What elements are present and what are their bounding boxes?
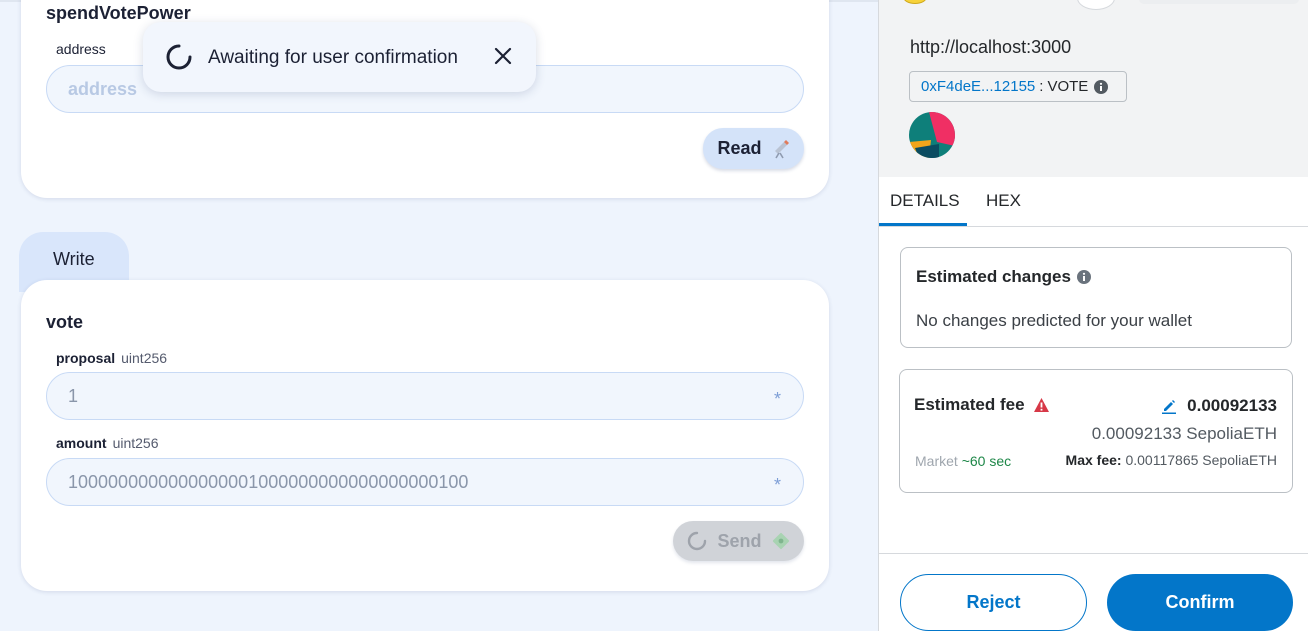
site-origin: http://localhost:3000 xyxy=(910,37,1072,57)
warning-icon[interactable] xyxy=(1033,397,1050,413)
address-input-placeholder: address xyxy=(68,78,138,99)
estimated-fee-title-row: Estimated fee xyxy=(914,395,1050,415)
estimated-changes-title-row: Estimated changes xyxy=(916,267,1091,287)
amount-input[interactable]: 1000000000000000001000000000000000000100… xyxy=(46,458,804,506)
function-title: spendVotePower xyxy=(46,3,191,23)
fee-amount-eth: 0.00092133 SepoliaETH xyxy=(1091,424,1277,443)
proposal-input[interactable]: 1 * xyxy=(46,372,804,420)
address-separator: : xyxy=(1039,78,1044,95)
telescope-icon xyxy=(774,139,789,158)
wallet-popup: http://localhost:3000 0xF4deE...12155 : … xyxy=(878,0,1308,631)
function-title-vote: vote xyxy=(46,312,84,332)
market-label: Market xyxy=(915,453,958,469)
tab-hex[interactable]: HEX xyxy=(986,191,1021,211)
contract-address-pill[interactable]: 0xF4deE...12155 : VOTE xyxy=(909,71,1127,102)
param-type: uint256 xyxy=(112,435,159,451)
estimated-changes-box: Estimated changes No changes predicted f… xyxy=(900,247,1292,348)
dapp-panel: spendVotePower address address Read Writ… xyxy=(0,0,878,631)
param-label-proposal: proposal uint256 xyxy=(56,350,167,366)
footer-divider xyxy=(879,553,1308,554)
estimated-changes-title: Estimated changes xyxy=(916,267,1071,286)
proposal-value: 1 xyxy=(68,385,79,406)
fee-market-row: Market ~60 sec xyxy=(915,453,1011,469)
spinner-icon xyxy=(166,44,192,70)
read-button-label: Read xyxy=(717,138,762,158)
active-tab-indicator xyxy=(879,223,967,226)
contract-identicon xyxy=(909,112,955,158)
contract-address: 0xF4deE...12155 xyxy=(921,78,1036,95)
market-time: ~60 sec xyxy=(961,453,1012,469)
tab-write-label: Write xyxy=(53,249,95,269)
spinner-icon xyxy=(688,531,707,551)
reject-button[interactable]: Reject xyxy=(900,574,1087,631)
account-avatar[interactable] xyxy=(1077,0,1115,10)
info-icon[interactable] xyxy=(1076,270,1091,284)
wallet-tabs: DETAILS HEX xyxy=(879,177,1308,227)
tab-details[interactable]: DETAILS xyxy=(890,191,960,211)
estimated-fee-title: Estimated fee xyxy=(914,395,1025,414)
estimated-changes-text: No changes predicted for your wallet xyxy=(916,311,1192,330)
wallet-header: http://localhost:3000 0xF4deE...12155 : … xyxy=(879,0,1308,177)
close-icon[interactable] xyxy=(491,44,515,68)
amount-value: 1000000000000000001000000000000000000100 xyxy=(68,471,469,492)
info-icon[interactable] xyxy=(1094,79,1109,94)
toast-message: Awaiting for user confirmation xyxy=(208,47,458,68)
param-type: uint256 xyxy=(121,350,168,366)
fee-amount-row: 0.00092133 xyxy=(1161,396,1277,416)
required-indicator: * xyxy=(773,389,781,409)
param-label-amount: amount uint256 xyxy=(56,435,159,451)
token-symbol: VOTE xyxy=(1047,78,1089,95)
network-icon xyxy=(903,0,927,4)
send-button-label: Send xyxy=(717,530,762,551)
param-label-address: address xyxy=(56,41,106,57)
edit-icon[interactable] xyxy=(1161,398,1177,414)
max-fee-label: Max fee: xyxy=(1065,452,1122,468)
param-name: amount xyxy=(56,435,107,451)
max-fee-row: Max fee: 0.00117865 SepoliaETH xyxy=(1066,452,1277,468)
toast-notification: Awaiting for user confirmation xyxy=(143,22,536,92)
estimated-fee-box: Estimated fee 0.00092133 0.00092133 Sepo… xyxy=(899,369,1293,493)
param-name: proposal xyxy=(56,350,116,366)
send-button[interactable]: Send xyxy=(673,521,804,561)
account-selector[interactable] xyxy=(1139,0,1299,4)
fee-amount: 0.00092133 xyxy=(1187,396,1277,415)
max-fee-value: 0.00117865 SepoliaETH xyxy=(1125,452,1277,468)
required-indicator: * xyxy=(773,475,781,495)
confirm-button[interactable]: Confirm xyxy=(1107,574,1293,631)
banknote-icon xyxy=(772,532,789,550)
read-button[interactable]: Read xyxy=(703,128,804,169)
